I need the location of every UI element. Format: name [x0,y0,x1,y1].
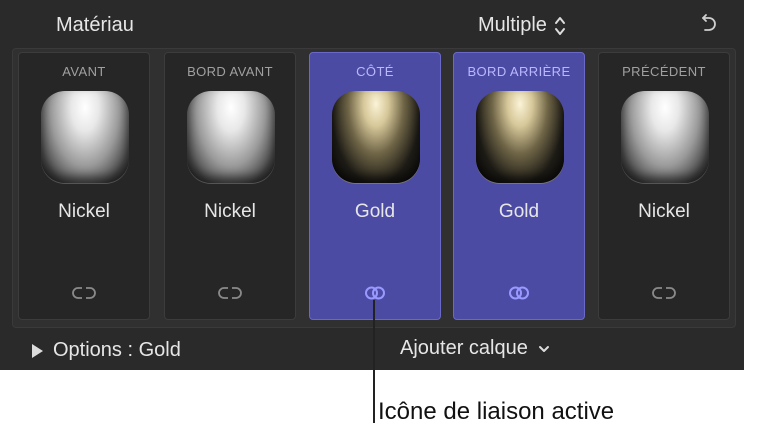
tile-cote[interactable]: CÔTÉ Gold [309,52,441,320]
panel-header: Matériau Multiple [0,0,744,50]
up-down-chevron-icon [554,16,565,35]
tile-label: PRÉCÉDENT [622,64,706,79]
material-swatch[interactable] [621,91,709,183]
tile-label: BORD ARRIÈRE [467,64,571,79]
options-label: Options : Gold [53,339,181,361]
panel-footer: Options : Gold Ajouter calque [0,328,744,370]
reset-icon[interactable] [696,12,718,34]
material-swatch[interactable] [476,91,564,183]
material-swatch[interactable] [187,91,275,183]
tile-label: BORD AVANT [187,64,273,79]
material-name: Gold [498,201,540,222]
link-inactive-icon[interactable] [217,285,243,301]
material-name: Nickel [204,201,256,222]
tile-label: CÔTÉ [356,64,394,79]
link-active-icon[interactable] [506,285,532,301]
material-panel: Matériau Multiple AVANT Nickel BORD AVAN… [0,0,744,370]
tile-bord-arriere[interactable]: BORD ARRIÈRE Gold [453,52,585,320]
material-swatch[interactable] [41,91,129,183]
options-disclosure[interactable]: Options : Gold [32,339,181,362]
material-name: Gold [354,201,396,222]
dropdown-value: Multiple [478,14,547,36]
link-inactive-icon[interactable] [651,285,677,301]
material-dropdown[interactable]: Multiple [478,14,567,37]
tile-label: AVANT [62,64,106,79]
callout-line [373,300,375,423]
panel-title: Matériau [56,14,134,36]
link-inactive-icon[interactable] [71,285,97,301]
add-layer-label: Ajouter calque [400,337,528,359]
link-active-icon[interactable] [362,285,388,301]
material-name: Nickel [638,201,690,222]
tile-precedent[interactable]: PRÉCÉDENT Nickel [598,52,730,320]
tile-avant[interactable]: AVANT Nickel [18,52,150,320]
chevron-down-icon [538,345,549,352]
callout-label: Icône de liaison active [378,398,615,425]
material-swatch[interactable] [332,91,420,183]
tile-bord-avant[interactable]: BORD AVANT Nickel [164,52,296,320]
material-name: Nickel [58,201,110,222]
add-layer-button[interactable]: Ajouter calque [400,337,550,360]
disclosure-triangle-icon[interactable] [32,343,43,358]
